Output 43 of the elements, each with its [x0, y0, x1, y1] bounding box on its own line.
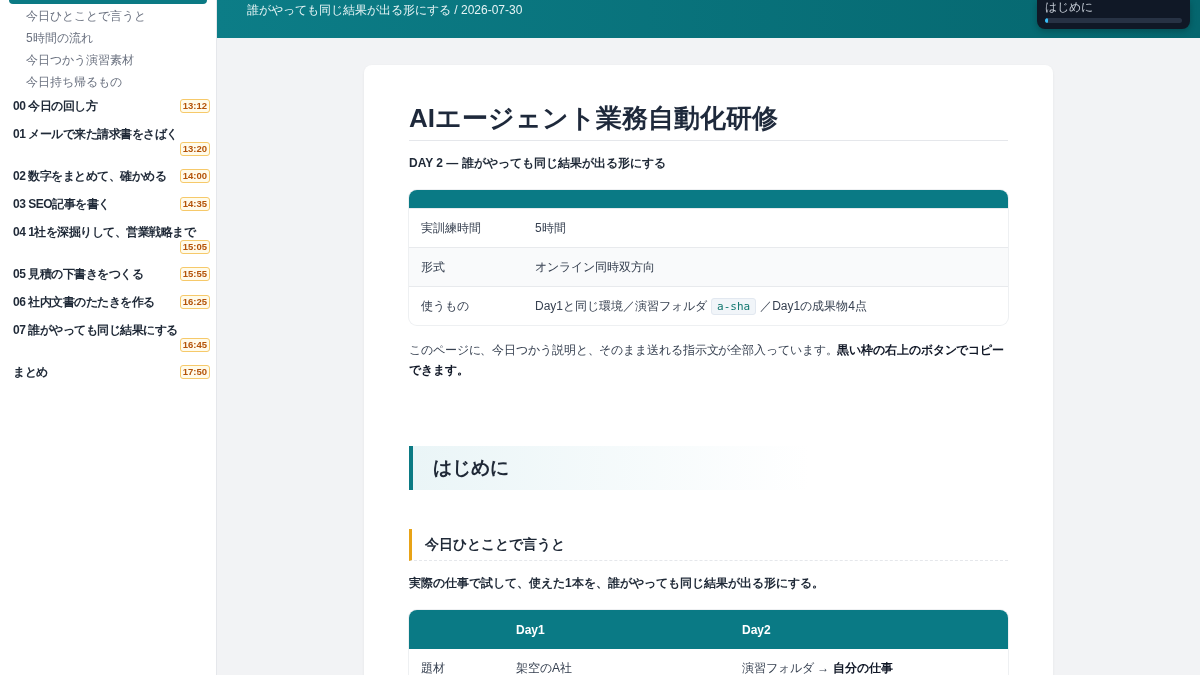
table-cell-text: 架空のA社	[515, 659, 572, 675]
time-badge: 16:45	[179, 338, 210, 352]
nav-link[interactable]: 06 社内文書のたたきを作る	[13, 294, 155, 310]
table-cell-text: 使うもの	[420, 297, 469, 315]
time-badge: 14:35	[179, 197, 210, 211]
intro-paragraph: このページに、今日つかう説明と、そのまま送れる指示文が全部入っています。黒い枠の右上のボタンでコピーできます。	[409, 342, 1005, 379]
summary-text: 実際の仕事で試して、使えた1本を、誰がやっても同じ結果が出る形にする。	[409, 575, 825, 592]
time-badge: 13:20	[179, 142, 210, 156]
progress-label: はじめに	[1045, 0, 1094, 15]
header-subtitle: 誰がやっても同じ結果が出る形にする / 2026-07-30	[247, 3, 523, 17]
column-header: Day2	[741, 622, 771, 637]
nav-link[interactable]: 03 SEO記事を書く	[13, 196, 110, 212]
time-badge: 15:05	[179, 240, 210, 254]
nav-link[interactable]: 00 今日の回し方	[13, 98, 98, 114]
nav-link[interactable]: 05 見積の下書きをつくる	[13, 266, 144, 282]
table-cell-text: 実訓練時間	[420, 219, 481, 237]
table-cell-text: 演習フォルダ → 自分の仕事	[741, 659, 893, 675]
subsection-heading: 今日ひとことで言うと	[409, 529, 1008, 561]
nav-sublink[interactable]: 今日ひとことで言うと	[26, 9, 146, 23]
nav-link[interactable]: まとめ	[13, 364, 48, 380]
cell-text: ／Day1の成果物4点	[760, 297, 867, 315]
table-cell-text: 形式	[420, 258, 445, 276]
time-badge: 14:00	[179, 169, 210, 183]
table-cell-text: 題材	[420, 659, 445, 675]
nav-link[interactable]: 04 1社を深掘りして、営業戦略まで	[13, 224, 196, 240]
doc-title: AIエージェント業務自動化研修	[409, 101, 1008, 141]
doc-subtitle: DAY 2 — 誰がやっても同じ結果が出る形にする	[409, 155, 667, 171]
time-badge: 15:55	[179, 267, 210, 281]
nav-link[interactable]: 01 メールで来た請求書をさばく	[13, 126, 178, 142]
time-badge: 17:50	[179, 365, 210, 379]
time-badge: 13:12	[179, 99, 210, 113]
nav-sublink[interactable]: 5時間の流れ	[26, 31, 93, 45]
nav-sublink[interactable]: 今日持ち帰るもの	[26, 75, 122, 89]
cell-text: 5時間	[535, 219, 566, 237]
inline-code: a-sha	[711, 297, 757, 315]
cell-text: オンライン同時双方向	[535, 258, 655, 276]
nav-link[interactable]: 07 誰がやっても同じ結果にする	[13, 322, 178, 338]
column-header: Day1	[515, 622, 545, 637]
nav-sublink[interactable]: 今日つかう演習素材	[26, 53, 134, 67]
cell-text: Day1と同じ環境／演習フォルダ	[535, 297, 707, 315]
active-nav-item[interactable]	[9, 0, 207, 4]
time-badge: 16:25	[179, 295, 210, 309]
nav-link[interactable]: 02 数字をまとめて、確かめる	[13, 168, 167, 184]
